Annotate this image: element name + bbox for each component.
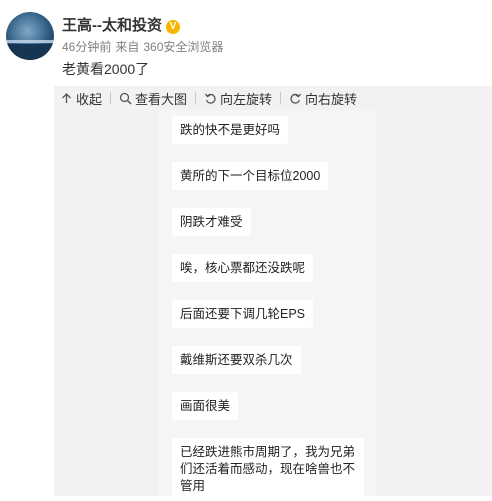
chat-message: 跌的快不是更好吗: [172, 116, 289, 144]
rotate-right-button[interactable]: 向右旋转: [289, 89, 357, 108]
collapse-label: 收起: [76, 91, 103, 107]
chat-message: 后面还要下调几轮EPS: [172, 300, 314, 328]
collapse-button[interactable]: 收起: [60, 89, 102, 108]
rotate-right-label: 向右旋转: [305, 91, 358, 107]
chat-screenshot-image[interactable]: 跌的快不是更好吗 黄所的下一个目标位2000 阴跌才难受 唉，核心票都还没跌呢 …: [158, 110, 376, 501]
post-meta: 46分钟前 来自 360安全浏览器: [62, 38, 227, 55]
source-prefix: 来自: [115, 40, 140, 54]
post-header: 王高--太和投资 V 46分钟前 来自 360安全浏览器 老黄看2000了: [0, 0, 492, 86]
collapse-arrow-icon: [60, 92, 73, 105]
image-toolbar: 收起 查看大图 向左旋转 向右旋转: [60, 88, 357, 108]
rotate-left-label: 向左旋转: [220, 91, 273, 107]
post-time[interactable]: 46分钟前: [62, 40, 111, 54]
chat-message: 唉，核心票都还没跌呢: [172, 254, 314, 282]
avatar[interactable]: [6, 12, 54, 60]
chat-message: 已经跌进熊市周期了，我为兄弟们还活着而感动，现在啥兽也不管用: [172, 438, 364, 501]
username-line: 王高--太和投资 V: [62, 14, 180, 35]
rotate-left-icon: [204, 92, 217, 105]
magnifier-icon: [119, 92, 132, 105]
verified-v-icon[interactable]: V: [166, 20, 180, 34]
chat-message: 阴跌才难受: [172, 208, 251, 236]
toolbar-divider: [195, 92, 197, 104]
expanded-image-panel: 收起 查看大图 向左旋转 向右旋转 跌的快不是更好吗 黄所的下一个目标位2000…: [54, 86, 492, 501]
view-large-label: 查看大图: [135, 91, 188, 107]
post-text: 老黄看2000了: [62, 61, 150, 77]
chat-message: 画面很美: [172, 392, 239, 420]
post-source[interactable]: 360安全浏览器: [143, 40, 223, 54]
rotate-right-icon: [289, 92, 302, 105]
rotate-left-button[interactable]: 向左旋转: [204, 89, 272, 108]
toolbar-divider: [280, 92, 282, 104]
username-link[interactable]: 王高--太和投资: [62, 17, 162, 34]
toolbar-divider: [110, 92, 112, 104]
avatar-horizon: [6, 40, 54, 43]
avatar-land: [6, 44, 54, 60]
chat-message: 黄所的下一个目标位2000: [172, 162, 329, 190]
chat-message: 戴维斯还要双杀几次: [172, 346, 301, 374]
view-large-image-button[interactable]: 查看大图: [119, 89, 187, 108]
